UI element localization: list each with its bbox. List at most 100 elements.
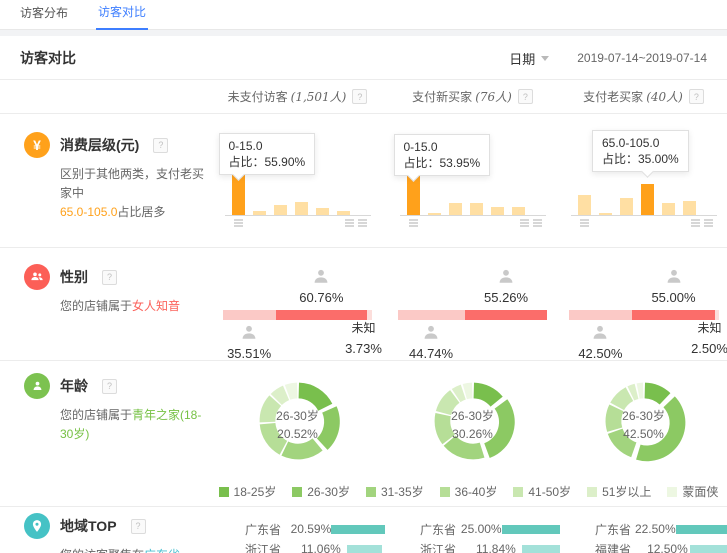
column-count: (1,501人) [291, 88, 347, 105]
consume-bar[interactable] [253, 211, 266, 216]
gender-label-cell: 性别 ? 您的店铺属于女人知音 [0, 248, 210, 360]
region-percentage: 12.50% [647, 542, 690, 553]
region-name: 浙江省 [245, 541, 301, 553]
male-label: 42.50% [565, 324, 635, 361]
date-filter-dropdown[interactable]: 日期 [509, 49, 549, 68]
gender-bar-female-segment[interactable] [465, 310, 548, 320]
column-header-spacer [0, 80, 210, 113]
section-age: 年龄 ? 您的店铺属于青年之家(18-30岁) 26-30岁20.52% 26-… [0, 361, 727, 507]
gender-bar-male-segment[interactable] [398, 310, 465, 320]
consume-bar[interactable] [662, 203, 675, 215]
help-icon[interactable]: ? [102, 270, 117, 285]
tooltip-arrow [641, 165, 654, 178]
help-icon[interactable]: ? [352, 89, 367, 104]
column-name: 支付新买家 [412, 88, 472, 105]
legend-item[interactable]: 蒙面侠 [667, 483, 718, 500]
age-donut-segment[interactable] [259, 423, 286, 455]
consume-bar[interactable] [578, 195, 591, 215]
consume-bar[interactable] [295, 202, 308, 215]
gender-bar [398, 310, 548, 320]
age-donut-segment[interactable] [443, 436, 484, 460]
male-percentage: 35.51% [214, 346, 284, 361]
region-name: 广东省 [420, 521, 461, 538]
help-icon[interactable]: ? [518, 89, 533, 104]
gender-highlight: 女人知音 [132, 299, 180, 313]
consume-bar[interactable] [449, 203, 462, 215]
help-icon[interactable]: ? [689, 89, 704, 104]
age-donut-segment[interactable] [607, 429, 636, 458]
gender-chart-new-buyers: 55.26%44.74% [385, 248, 560, 360]
age-donut-segment[interactable] [484, 399, 515, 458]
tab-visitor-compare[interactable]: 访客对比 [96, 3, 148, 30]
region-bar[interactable] [502, 525, 560, 534]
consume-bar[interactable] [428, 213, 441, 215]
consume-bar[interactable] [337, 211, 350, 216]
legend-item[interactable]: 31-35岁 [366, 483, 424, 500]
age-donut-segment[interactable] [605, 404, 623, 431]
consume-bar[interactable] [512, 207, 525, 215]
age-legend: 18-25岁 26-30岁 31-35岁 36-40岁 41-50岁 51岁以上蒙面侠 [210, 474, 727, 508]
age-donut-chart: 26-30岁42.50% [596, 373, 692, 474]
region-bar[interactable] [676, 525, 727, 534]
consume-bar[interactable] [274, 205, 287, 215]
consume-bar[interactable] [620, 198, 633, 215]
legend-item[interactable]: 41-50岁 [513, 483, 571, 500]
column-header-new-buyers: 支付新买家(76人)? [385, 80, 560, 113]
help-icon[interactable]: ? [131, 519, 146, 534]
legend-label: 36-40岁 [455, 483, 498, 500]
age-donut-segment[interactable] [281, 438, 322, 459]
section-title-gender: 性别 [60, 267, 88, 287]
gender-bar-male-segment[interactable] [223, 310, 276, 320]
axis-label-icon [345, 219, 367, 227]
age-chart-old-buyers: 26-30岁42.50% [560, 361, 727, 474]
unknown-percentage: 3.73% [337, 339, 391, 358]
consume-bar[interactable] [683, 201, 696, 215]
age-donut-segment[interactable] [298, 383, 332, 411]
legend-item[interactable]: 26-30岁 [292, 483, 350, 500]
gender-chart-old-buyers: 55.00%42.50%未知2.50% [560, 248, 727, 360]
gender-chart: 60.76%35.51%未知3.73% [223, 248, 373, 360]
help-icon[interactable]: ? [153, 138, 168, 153]
tooltip-range-label: 0-15.0 [404, 139, 481, 155]
person-icon [24, 373, 50, 399]
consume-bar[interactable] [599, 213, 612, 215]
legend-swatch [440, 487, 450, 497]
consume-label-cell: ¥ 消费层级(元) ? 区别于其他两类，支付老买家中 65.0-105.0占比居… [0, 114, 210, 247]
legend-item[interactable]: 51岁以上 [587, 483, 651, 500]
person-silhouette-icon [423, 324, 439, 340]
consume-bar[interactable] [491, 207, 504, 215]
region-bar[interactable] [522, 545, 560, 553]
column-header-row: 未支付访客(1,501人)? 支付新买家(76人)? 支付老买家(40人)? [0, 80, 727, 114]
region-bar[interactable] [347, 545, 382, 553]
region-label-cell: 地域TOP ? 您的访客聚集在广东省 [0, 507, 210, 553]
legend-item[interactable]: 18-25岁 [219, 483, 277, 500]
section-gender: 性别 ? 您的店铺属于女人知音 60.76%35.51%未知3.73% 55.2… [0, 248, 727, 361]
consume-bar[interactable] [641, 184, 654, 216]
region-bar[interactable] [690, 545, 727, 553]
yen-icon: ¥ [24, 132, 50, 158]
tooltip-share-label: 占比：53.95% [404, 155, 481, 171]
tooltip-range-label: 65.0-105.0 [602, 135, 679, 151]
legend-swatch [587, 487, 597, 497]
axis-label-icon [409, 219, 418, 227]
age-donut-segment[interactable] [636, 396, 685, 461]
axis-label-icon [234, 219, 243, 227]
age-donut-segment[interactable] [473, 383, 502, 407]
age-label-cell: 年龄 ? 您的店铺属于青年之家(18-30岁) [0, 361, 210, 474]
age-donut-segment[interactable] [316, 406, 339, 450]
help-icon[interactable]: ? [102, 379, 117, 394]
legend-label: 51岁以上 [602, 483, 651, 500]
age-donut-segment[interactable] [644, 383, 670, 405]
column-header-old-buyers: 支付老买家(40人)? [560, 80, 727, 113]
region-row: 浙江省11.06% [210, 539, 385, 553]
column-count: (40人) [646, 88, 683, 105]
legend-item[interactable]: 36-40岁 [440, 483, 498, 500]
region-bar[interactable] [331, 525, 385, 534]
region-name: 广东省 [595, 521, 635, 538]
tab-visitor-distribution[interactable]: 访客分布 [18, 4, 70, 29]
consume-bar[interactable] [470, 203, 483, 215]
male-percentage: 42.50% [565, 346, 635, 361]
consume-bar[interactable] [316, 208, 329, 215]
gender-bar-male-segment[interactable] [569, 310, 633, 320]
age-chart-unpaid: 26-30岁20.52% [210, 361, 385, 474]
